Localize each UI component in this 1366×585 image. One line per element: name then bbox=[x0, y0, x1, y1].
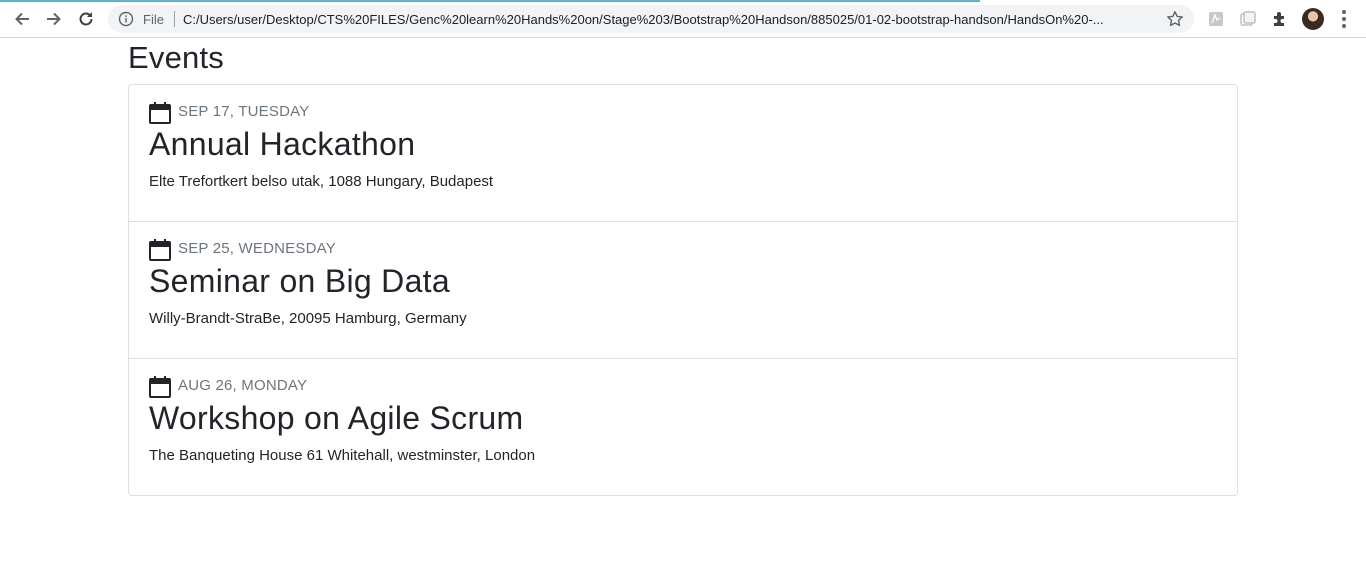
omnibox-divider bbox=[173, 11, 175, 27]
pdf-extension-icon[interactable] bbox=[1206, 9, 1226, 29]
address-bar[interactable]: File C:/Users/user/Desktop/CTS%20FILES/G… bbox=[108, 5, 1194, 33]
calendar-icon bbox=[149, 102, 171, 124]
url-text[interactable]: C:/Users/user/Desktop/CTS%20FILES/Genc%2… bbox=[183, 12, 1163, 27]
url-scheme-label: File bbox=[143, 11, 164, 27]
page-title: Events bbox=[128, 40, 224, 75]
calendar-icon bbox=[149, 239, 171, 261]
event-title: Annual Hackathon bbox=[149, 126, 416, 162]
arrow-left-icon bbox=[15, 12, 29, 26]
event-address: Elte Trefortkert belso utak, 1088 Hungar… bbox=[149, 173, 494, 190]
event-address: The Banqueting House 61 Whitehall, westm… bbox=[149, 447, 536, 464]
event-date-row: AUG 26, MONDAY bbox=[149, 373, 1217, 398]
event-date: AUG 26, MONDAY bbox=[178, 376, 308, 394]
calendar-icon bbox=[149, 376, 171, 398]
arrow-right-icon bbox=[47, 12, 61, 26]
event-title: Seminar on Big Data bbox=[149, 263, 450, 299]
reload-button[interactable] bbox=[74, 7, 98, 31]
event-date-row: SEP 17, TUESDAY bbox=[149, 99, 1217, 124]
tab-extension-icon[interactable] bbox=[1238, 9, 1258, 29]
bookmark-star-icon[interactable] bbox=[1166, 10, 1184, 28]
event-title: Workshop on Agile Scrum bbox=[149, 400, 524, 436]
browser-toolbar: File C:/Users/user/Desktop/CTS%20FILES/G… bbox=[0, 0, 1366, 38]
event-item: AUG 26, MONDAY Workshop on Agile Scrum T… bbox=[129, 358, 1237, 495]
event-item: SEP 25, WEDNESDAY Seminar on Big Data Wi… bbox=[129, 221, 1237, 358]
loading-indicator bbox=[0, 0, 980, 2]
extensions-puzzle-icon[interactable] bbox=[1270, 9, 1290, 29]
info-icon[interactable] bbox=[118, 11, 134, 27]
browser-menu-icon[interactable] bbox=[1336, 9, 1352, 29]
reload-icon bbox=[79, 12, 93, 26]
event-date: SEP 17, TUESDAY bbox=[178, 102, 310, 120]
forward-button[interactable] bbox=[42, 7, 66, 31]
event-list: SEP 17, TUESDAY Annual Hackathon Elte Tr… bbox=[128, 84, 1238, 496]
event-item: SEP 17, TUESDAY Annual Hackathon Elte Tr… bbox=[129, 85, 1237, 221]
back-button[interactable] bbox=[10, 7, 34, 31]
event-date-row: SEP 25, WEDNESDAY bbox=[149, 236, 1217, 261]
event-date: SEP 25, WEDNESDAY bbox=[178, 239, 336, 257]
event-address: Willy-Brandt-StraBe, 20095 Hamburg, Germ… bbox=[149, 310, 467, 327]
profile-avatar[interactable] bbox=[1302, 8, 1324, 30]
